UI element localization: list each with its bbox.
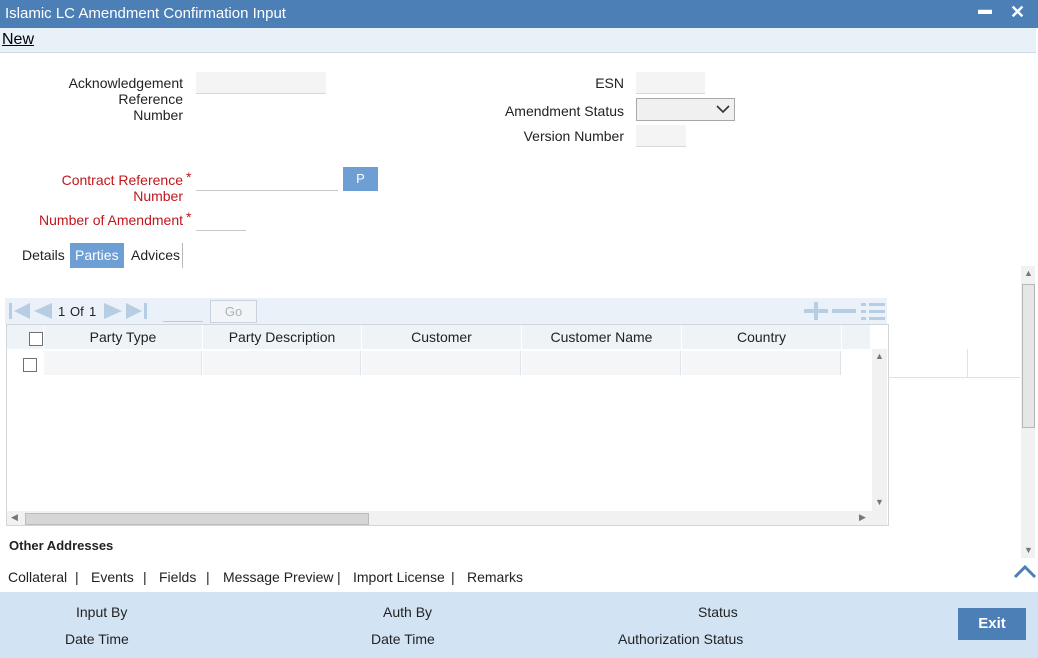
column-header-customer[interactable]: Customer — [362, 325, 522, 349]
grid-toolbar: 1 Of 1 Go — [5, 298, 887, 324]
cell-country[interactable] — [682, 351, 841, 375]
tab-remarks[interactable]: Remarks — [467, 569, 523, 585]
menu-bar: New — [0, 28, 1036, 53]
delete-row-icon[interactable] — [831, 301, 857, 321]
page-scroll-down-icon[interactable]: ▼ — [1024, 545, 1033, 555]
tab-separator: | — [451, 569, 455, 585]
version-number-input[interactable] — [636, 125, 686, 147]
scroll-right-icon[interactable]: ▶ — [859, 512, 866, 523]
amendment-status-select[interactable] — [636, 98, 735, 121]
select-all-header — [7, 325, 44, 349]
column-divider — [967, 349, 968, 377]
auth-date-time-label: Date Time — [371, 631, 435, 647]
row-divider — [888, 377, 1020, 378]
pager-total: 1 — [89, 304, 97, 319]
ack-ref-label-line1: Acknowledgement Reference — [68, 75, 183, 107]
column-header-customer-name[interactable]: Customer Name — [522, 325, 682, 349]
last-page-icon[interactable] — [124, 302, 148, 320]
p-button[interactable]: P — [343, 167, 378, 191]
ack-ref-label-line2: Number — [133, 107, 183, 123]
tab-details[interactable]: Details — [17, 243, 70, 268]
chevron-down-icon — [716, 105, 730, 114]
contract-ref-label: Contract Reference Number — [61, 172, 183, 204]
scroll-up-icon[interactable]: ▲ — [875, 351, 884, 361]
first-page-icon[interactable] — [8, 302, 32, 320]
close-icon[interactable]: ✕ — [1010, 2, 1025, 23]
row-checkbox[interactable] — [23, 358, 37, 372]
select-all-checkbox[interactable] — [29, 332, 43, 346]
column-header-party-description[interactable]: Party Description — [203, 325, 362, 349]
pager-current: 1 — [58, 304, 66, 319]
tab-separator: | — [143, 569, 147, 585]
exit-button[interactable]: Exit — [958, 608, 1026, 640]
num-amendment-label: Number of Amendment — [39, 212, 183, 228]
version-number-label: Version Number — [523, 128, 624, 144]
horizontal-scroll-thumb[interactable] — [25, 513, 369, 525]
page-number-input[interactable] — [163, 301, 203, 322]
tab-import-license[interactable]: Import License — [353, 569, 445, 585]
scroll-down-icon[interactable]: ▼ — [875, 497, 884, 507]
go-button[interactable]: Go — [210, 300, 257, 323]
tab-parties[interactable]: Parties — [70, 243, 124, 268]
input-by-label: Input By — [76, 604, 128, 620]
contract-ref-required-marker: * — [186, 169, 192, 185]
amendment-status-label: Amendment Status — [504, 103, 624, 119]
num-amendment-required-marker: * — [186, 209, 192, 225]
new-menu-link[interactable]: New — [2, 31, 34, 49]
tab-message-preview[interactable]: Message Preview — [223, 569, 334, 585]
add-row-icon[interactable] — [803, 301, 829, 321]
pager-of: Of — [70, 304, 84, 319]
window-title: Islamic LC Amendment Confirmation Input — [5, 5, 286, 22]
audit-footer — [0, 592, 1038, 658]
esn-input[interactable] — [636, 72, 705, 94]
chevron-up-icon[interactable] — [1013, 563, 1037, 579]
cell-party-type[interactable] — [44, 351, 202, 375]
column-header-extra — [842, 325, 871, 349]
cell-party-description[interactable] — [203, 351, 361, 375]
tab-advices[interactable]: Advices — [126, 243, 185, 268]
contract-ref-input[interactable] — [196, 170, 338, 191]
page-vertical-scrollbar[interactable]: ▲ ▼ — [1021, 266, 1035, 558]
window-title-bar: Islamic LC Amendment Confirmation Input … — [0, 0, 1038, 28]
scroll-left-icon[interactable]: ◀ — [11, 512, 18, 523]
date-time-label: Date Time — [65, 631, 129, 647]
tab-separator: | — [337, 569, 341, 585]
previous-page-icon[interactable] — [32, 302, 54, 320]
tab-fields[interactable]: Fields — [159, 569, 196, 585]
auth-by-label: Auth By — [383, 604, 433, 620]
column-header-party-type[interactable]: Party Type — [44, 325, 203, 349]
grid-horizontal-scrollbar[interactable]: ◀ ▶ — [7, 511, 887, 525]
tab-divider — [182, 243, 183, 268]
tab-events[interactable]: Events — [91, 569, 134, 585]
cell-customer-name[interactable] — [522, 351, 681, 375]
cell-customer[interactable] — [362, 351, 521, 375]
next-page-icon[interactable] — [102, 302, 124, 320]
parties-grid: Party Type Party Description Customer Cu… — [6, 324, 889, 526]
tab-separator: | — [75, 569, 79, 585]
ack-ref-label: Acknowledgement Reference Number — [10, 75, 183, 123]
grid-vertical-scrollbar[interactable]: ▲ ▼ — [872, 349, 887, 511]
minimize-icon[interactable]: ▬ — [978, 1, 992, 17]
esn-label: ESN — [595, 75, 624, 91]
status-label: Status — [698, 604, 738, 620]
column-header-country[interactable]: Country — [682, 325, 842, 349]
ack-ref-input[interactable] — [196, 72, 326, 94]
other-addresses-label: Other Addresses — [9, 538, 114, 553]
single-view-icon[interactable] — [860, 301, 886, 321]
num-amendment-input[interactable] — [196, 211, 246, 231]
page-scroll-thumb[interactable] — [1022, 284, 1035, 428]
tab-separator: | — [206, 569, 210, 585]
tab-collateral[interactable]: Collateral — [8, 569, 67, 585]
page-scroll-up-icon[interactable]: ▲ — [1024, 268, 1033, 278]
authorization-status-label: Authorization Status — [618, 631, 744, 647]
